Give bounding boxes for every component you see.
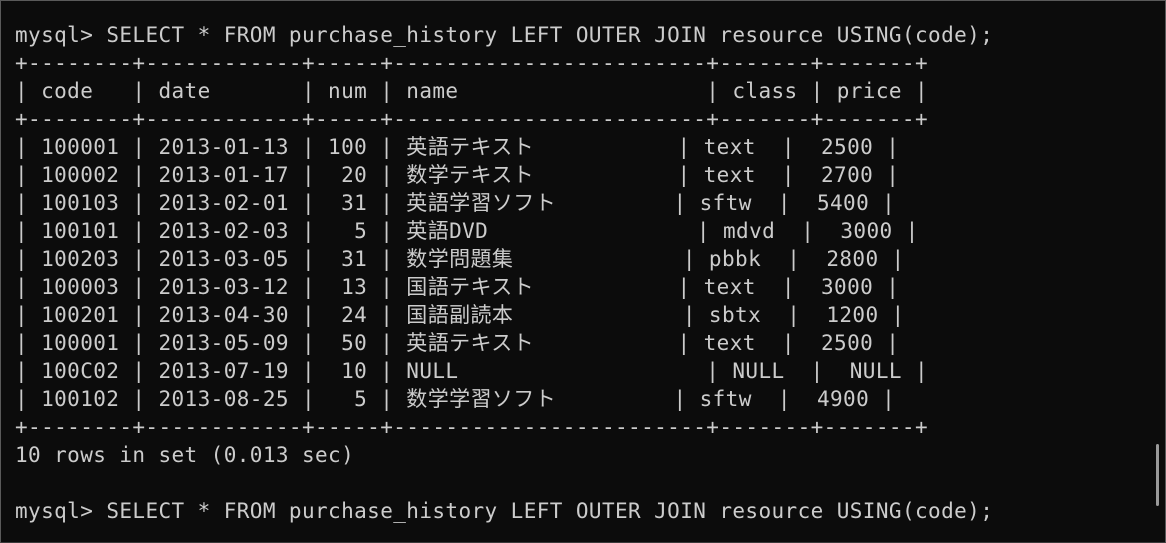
table-row: | 100103 | 2013-02-01 | 31 | 英語学習ソフト | s… bbox=[15, 191, 896, 215]
table-border-bottom: +--------+------------+-----+-----------… bbox=[15, 415, 929, 439]
command-line: mysql> SELECT * FROM purchase_history LE… bbox=[15, 21, 1135, 49]
table-border-top: +--------+------------+-----+-----------… bbox=[15, 51, 929, 75]
table-row: | 100002 | 2013-01-17 | 20 | 数学テキスト | te… bbox=[15, 163, 900, 187]
terminal-output: mysql> SELECT * FROM purchase_history LE… bbox=[15, 21, 1135, 525]
table-row: | 100003 | 2013-03-12 | 13 | 国語テキスト | te… bbox=[15, 275, 900, 299]
terminal-window[interactable]: mysql> SELECT * FROM purchase_history LE… bbox=[0, 0, 1166, 543]
current-command-line[interactable]: mysql> SELECT * FROM purchase_history LE… bbox=[15, 497, 1135, 525]
table-row: | 100203 | 2013-03-05 | 31 | 数学問題集 | pbb… bbox=[15, 247, 905, 271]
scrollbar-thumb[interactable] bbox=[1156, 444, 1159, 506]
mysql-prompt: mysql> bbox=[15, 499, 107, 523]
mysql-prompt: mysql> bbox=[15, 23, 107, 47]
table-row: | 100001 | 2013-05-09 | 50 | 英語テキスト | te… bbox=[15, 331, 900, 355]
sql-command-input[interactable]: SELECT * FROM purchase_history LEFT OUTE… bbox=[106, 499, 993, 523]
table-row: | 100101 | 2013-02-03 | 5 | 英語DVD | mdvd… bbox=[15, 219, 919, 243]
table-border-header: +--------+------------+-----+-----------… bbox=[15, 107, 929, 131]
sql-command: SELECT * FROM purchase_history LEFT OUTE… bbox=[106, 23, 994, 47]
table-row: | 100201 | 2013-04-30 | 24 | 国語副読本 | sbt… bbox=[15, 303, 905, 327]
table-header-row: | code | date | num | name | class | pri… bbox=[15, 79, 929, 103]
table-row: | 100001 | 2013-01-13 | 100 | 英語テキスト | t… bbox=[15, 135, 900, 159]
result-summary: 10 rows in set (0.013 sec) bbox=[15, 443, 355, 467]
table-row: | 100102 | 2013-08-25 | 5 | 数学学習ソフト | sf… bbox=[15, 387, 896, 411]
table-row: | 100C02 | 2013-07-19 | 10 | NULL | NULL… bbox=[15, 359, 929, 383]
